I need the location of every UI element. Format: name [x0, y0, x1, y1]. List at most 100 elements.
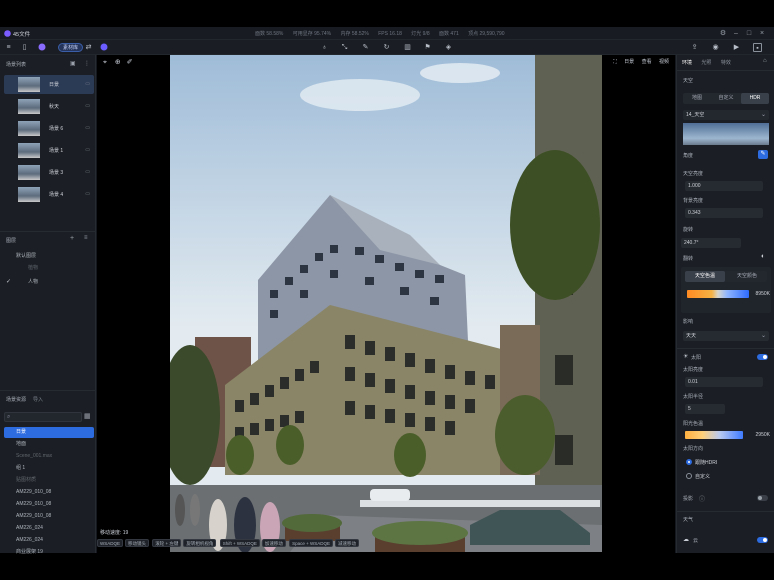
sun-toggle[interactable] [757, 354, 768, 360]
sun-brightness-input[interactable]: 0.01 [685, 377, 763, 387]
light-bulb-icon[interactable]: ♁ [320, 43, 329, 52]
asset-item[interactable]: 商业展架 19 [4, 547, 94, 558]
layers-icon[interactable]: ◈ [444, 43, 453, 52]
tab-lighting[interactable]: 光照 [701, 60, 711, 66]
divider [677, 70, 774, 71]
asset-item[interactable]: AM226_024 [4, 523, 94, 534]
rotate-icon[interactable]: ↻ [382, 43, 391, 52]
half-circle-icon[interactable]: ◐ [761, 253, 765, 260]
add-layer-icon[interactable]: + [70, 235, 74, 242]
brush-icon[interactable]: ✎ [361, 43, 370, 52]
grid-view-icon[interactable]: ▦ [84, 412, 91, 420]
assistant-orb-icon[interactable] [100, 43, 108, 51]
menu-icon[interactable]: ≡ [4, 43, 13, 52]
tab-sky-color-temp[interactable]: 天空色温 [685, 271, 725, 282]
asset-item[interactable]: AM229_010_08 [4, 499, 94, 510]
file-icon[interactable]: ▯ [20, 43, 29, 52]
scene-item[interactable]: 秋天 ▭ [4, 97, 94, 116]
viewport[interactable]: ⌖ ⊕ ✐ ⛶ 日景 查看 视频 移动速度: 19 WSADQE 移动镜头 滚轮 … [97, 55, 675, 553]
check-icon[interactable]: ✓ [6, 277, 11, 288]
video-icon[interactable]: ▶ [732, 43, 741, 52]
scene-thumbnail [18, 99, 40, 114]
globe-icon[interactable]: ⊕ [115, 59, 121, 66]
asset-item[interactable]: 组 1 [4, 463, 94, 474]
info-icon[interactable]: ⓘ [699, 494, 705, 503]
sky-preset-select[interactable]: 14_天空 [683, 110, 769, 120]
export-icon[interactable]: ⇪ [690, 43, 699, 52]
scene-item[interactable]: 场景 3 ▭ [4, 163, 94, 182]
add-scene-icon[interactable]: ▣ [70, 60, 76, 67]
follow-hdri-radio[interactable] [686, 459, 692, 465]
scene-item[interactable]: 场景 4 ▭ [4, 185, 94, 204]
eyedropper-icon[interactable]: ✐ [127, 59, 133, 66]
weather-select[interactable]: 天天 [683, 331, 769, 341]
asset-item[interactable]: AM226_024 [4, 535, 94, 546]
hdr-preview-thumbnail[interactable] [683, 123, 769, 145]
tab-effects[interactable]: 特效 [721, 60, 731, 66]
sun-color-slider[interactable] [685, 431, 743, 439]
fit-icon[interactable]: ⛶ [613, 59, 617, 65]
custom-direction-label: 自定义 [695, 474, 711, 480]
asset-library-button[interactable]: 素材库 [58, 43, 84, 52]
flag-icon[interactable]: ⚑ [423, 43, 432, 52]
sun-label: 太阳 [691, 355, 702, 361]
camera-icon[interactable]: ▭ [85, 103, 90, 109]
asset-item[interactable]: AM229_010_08 [4, 487, 94, 498]
color-temp-slider[interactable] [687, 290, 749, 298]
follow-hdri-label: 跟随HDRI [695, 460, 718, 466]
scene-label: 场景 1 [49, 148, 64, 154]
minimize-icon[interactable]: – [731, 29, 741, 38]
sky-mode-map[interactable]: 地图 [683, 93, 711, 104]
sky-mode-hdr[interactable]: HDR [741, 93, 769, 104]
shadow-toggle[interactable] [757, 495, 768, 501]
layer-item[interactable]: 植物 [4, 263, 94, 274]
title-bar: 45文件 面数 58.58% 可用显存 95.74% 内存 58.52% FPS… [0, 27, 774, 40]
transform-icon[interactable]: ⌖ [103, 59, 107, 66]
ai-orb-icon[interactable] [38, 43, 46, 51]
rotation-input[interactable]: 240.7° [681, 238, 741, 248]
measure-icon[interactable]: ⤡ [340, 43, 349, 52]
share-icon[interactable]: ⇄ [84, 43, 93, 52]
cloud-toggle[interactable] [757, 537, 768, 543]
asset-item[interactable]: Scene_001.max [4, 451, 94, 462]
view-button[interactable]: 查看 [642, 59, 652, 65]
sun-radius-input[interactable]: 5 [685, 404, 725, 414]
collapse-icon[interactable]: ≡ [84, 235, 88, 241]
tab-sky-color[interactable]: 天空颜色 [727, 271, 767, 282]
layer-item[interactable]: 默认图层 [4, 251, 94, 262]
tab-environment[interactable]: 环境 [682, 60, 692, 66]
pin-icon[interactable]: ⌂ [763, 58, 767, 64]
asset-item[interactable]: 贴图材质 [4, 475, 94, 486]
scene-item[interactable]: 场景 6 ▭ [4, 119, 94, 138]
render-icon[interactable]: ▪ [753, 43, 762, 52]
render-preview[interactable] [170, 55, 602, 552]
layer-item[interactable]: 人物 [4, 277, 94, 288]
asset-item[interactable]: 地面 [4, 439, 94, 450]
asset-search-input[interactable]: ⌕ [4, 412, 82, 422]
import-tab[interactable]: 导入 [33, 396, 43, 403]
edit-icon[interactable]: ✎ [758, 150, 768, 159]
custom-direction-radio[interactable] [686, 473, 692, 479]
camera-icon[interactable]: ▭ [85, 81, 90, 87]
close-icon[interactable]: × [757, 29, 767, 38]
scene-item[interactable]: 场景 1 ▭ [4, 141, 94, 160]
camera-icon[interactable]: ▭ [85, 147, 90, 153]
video-button[interactable]: 视频 [659, 59, 669, 65]
scene-item[interactable]: 日景 ▭ [4, 75, 94, 94]
sky-brightness-input[interactable]: 1.000 [685, 181, 763, 191]
camera-icon[interactable]: ▭ [85, 169, 90, 175]
assets-tab[interactable]: 场景资源 [6, 396, 26, 403]
camera-icon[interactable]: ▭ [85, 191, 90, 197]
settings-icon[interactable]: ⚙ [718, 29, 728, 38]
camera-icon[interactable]: ▭ [85, 125, 90, 131]
more-icon[interactable]: ⋮ [84, 60, 90, 67]
book-icon[interactable]: ▥ [403, 43, 412, 52]
scene-mode-button[interactable]: 日景 [624, 59, 634, 65]
main-toolbar: ≡ ▯ 素材库 ⇄ ♁ ⤡ ✎ ↻ ▥ ⚑ ◈ ⇪ ◉ ▶ ▪ [0, 40, 774, 55]
asset-item[interactable]: AM229_010_08 [4, 511, 94, 522]
bg-brightness-input[interactable]: 0.343 [685, 208, 763, 218]
maximize-icon[interactable]: □ [744, 29, 754, 38]
camera-icon[interactable]: ◉ [711, 43, 720, 52]
sky-mode-custom[interactable]: 自定义 [712, 93, 740, 104]
asset-item[interactable]: 日景 [4, 427, 94, 438]
